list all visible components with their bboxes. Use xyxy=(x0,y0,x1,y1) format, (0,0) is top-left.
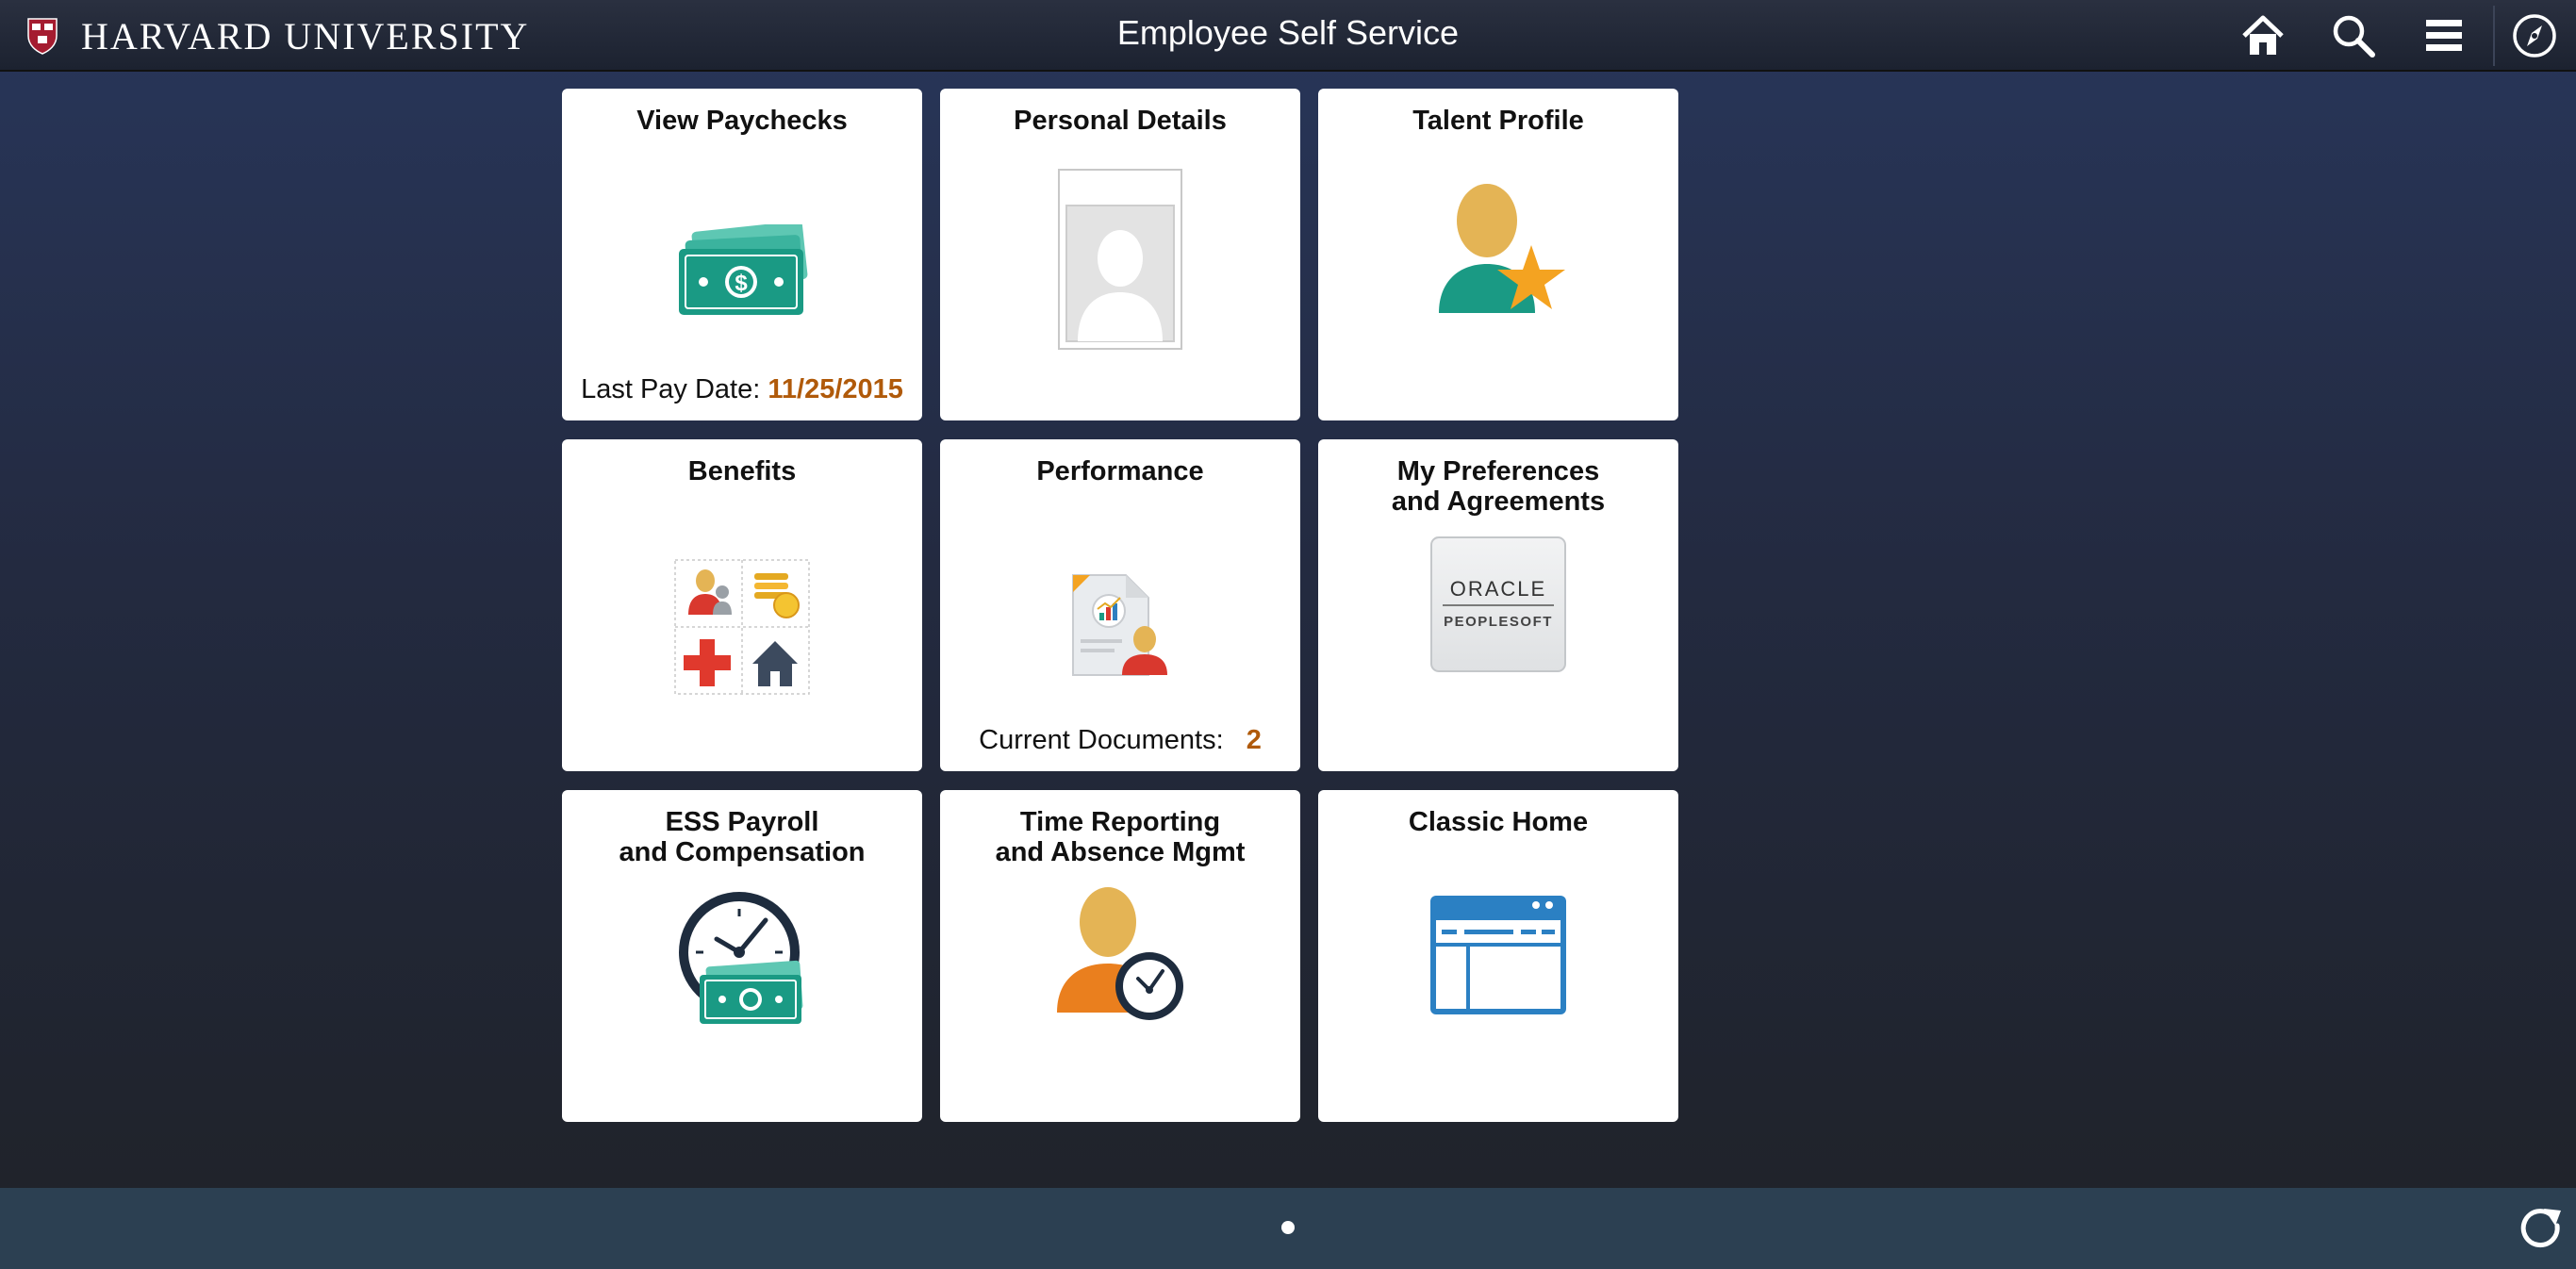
tile-my-preferences[interactable]: My Preferences and Agreements ORACLE PEO… xyxy=(1318,439,1678,771)
money-icon: $ xyxy=(673,221,811,323)
last-pay-date-value: 11/25/2015 xyxy=(768,374,903,404)
tile-title: Time Reporting and Absence Mgmt xyxy=(995,807,1246,867)
page-title: Employee Self Service xyxy=(1116,13,1460,52)
footer-label: Last Pay Date: xyxy=(581,374,761,404)
tile-benefits[interactable]: Benefits xyxy=(562,439,922,771)
benefits-icon xyxy=(673,558,811,700)
tile-title: Performance xyxy=(1036,456,1204,486)
brand-name: HARVARD UNIVERSITY xyxy=(81,14,530,58)
person-clock-icon xyxy=(1051,886,1189,1032)
person-photo-icon xyxy=(1057,168,1183,355)
harvard-logo[interactable]: HARVARD UNIVERSITY xyxy=(26,14,530,58)
tile-title: Talent Profile xyxy=(1412,106,1584,136)
tile-title: View Paychecks xyxy=(636,106,848,136)
harvard-shield-icon xyxy=(27,18,58,55)
tile-title: Personal Details xyxy=(1014,106,1227,136)
person-star-icon xyxy=(1428,183,1569,329)
bottom-bar xyxy=(0,1188,2576,1269)
tile-performance[interactable]: Performance Current Documents: 2 xyxy=(940,439,1300,771)
header-bar: HARVARD UNIVERSITY Employee Self Service xyxy=(0,0,2576,72)
tile-view-paychecks[interactable]: View Paychecks $ Last Pay Date: 11/25/20… xyxy=(562,89,922,420)
performance-document-icon xyxy=(1067,569,1173,687)
tile-classic-home[interactable]: Classic Home xyxy=(1318,790,1678,1122)
browser-window-icon xyxy=(1428,894,1568,1021)
footer-label: Current Documents: xyxy=(979,725,1224,755)
tile-title: ESS Payroll and Compensation xyxy=(619,807,866,867)
tile-time-reporting[interactable]: Time Reporting and Absence Mgmt xyxy=(940,790,1300,1122)
tile-talent-profile[interactable]: Talent Profile xyxy=(1318,89,1678,420)
header-divider xyxy=(2493,6,2495,66)
navbar-compass-icon[interactable] xyxy=(2510,11,2559,60)
search-icon[interactable] xyxy=(2329,11,2378,60)
oracle-peoplesoft-logo: ORACLE PEOPLESOFT xyxy=(1429,536,1567,678)
home-icon[interactable] xyxy=(2238,11,2287,60)
tile-personal-details[interactable]: Personal Details xyxy=(940,89,1300,420)
last-pay-date: Last Pay Date: 11/25/2015 xyxy=(562,374,922,405)
page-indicator-dot[interactable] xyxy=(1281,1221,1295,1234)
menu-icon[interactable] xyxy=(2419,11,2469,60)
svg-text:$: $ xyxy=(735,271,748,296)
refresh-icon[interactable] xyxy=(2516,1203,2568,1256)
current-documents: Current Documents: 2 xyxy=(940,725,1300,756)
svg-text:ORACLE: ORACLE xyxy=(1450,577,1546,601)
current-documents-count: 2 xyxy=(1246,725,1262,755)
tile-ess-payroll[interactable]: ESS Payroll and Compensation xyxy=(562,790,922,1122)
tile-title: Classic Home xyxy=(1408,807,1589,837)
tile-title: My Preferences and Agreements xyxy=(1391,456,1606,517)
tile-title: Benefits xyxy=(687,456,797,486)
svg-text:PEOPLESOFT: PEOPLESOFT xyxy=(1444,614,1553,630)
clock-money-icon xyxy=(673,886,811,1032)
